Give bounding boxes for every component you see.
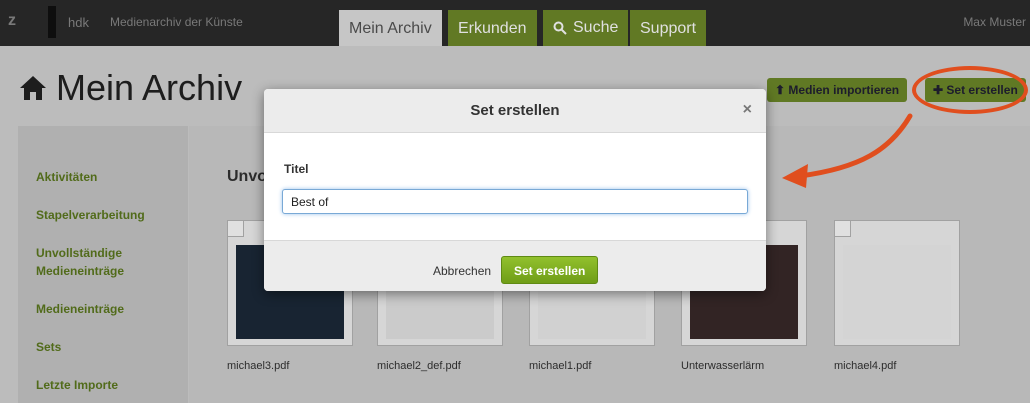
dialog-title: Set erstellen	[470, 102, 560, 119]
dialog-footer: Abbrechen Set erstellen	[264, 240, 766, 291]
create-set-submit-button[interactable]: Set erstellen	[501, 256, 599, 284]
cancel-button[interactable]: Abbrechen	[433, 264, 491, 278]
title-input[interactable]	[282, 189, 748, 214]
dialog-header: Set erstellen ×	[264, 89, 766, 133]
title-field-label: Titel	[284, 162, 309, 176]
close-icon[interactable]: ×	[743, 101, 752, 119]
annotation-ellipse	[912, 66, 1028, 114]
create-set-dialog: Set erstellen × Titel Abbrechen Set erst…	[264, 89, 766, 291]
annotation-arrow-icon	[782, 113, 913, 188]
